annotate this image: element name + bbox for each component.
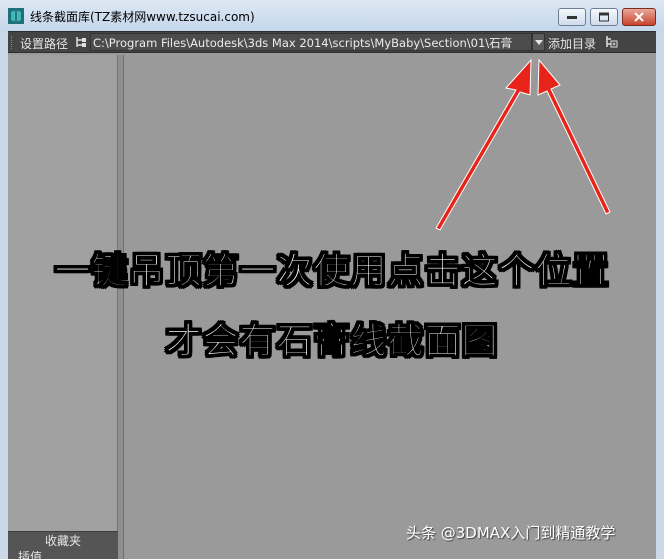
caption-line-2: 才会有石膏线截面图 [165,321,499,363]
chevron-down-icon [535,40,543,45]
maximize-button[interactable] [590,8,618,26]
content-area: 收藏夹 插值 [8,53,656,559]
tab-interpolation[interactable]: 插值 [8,551,118,559]
close-icon [634,12,644,22]
path-dropdown[interactable]: C:\Program Files\Autodesk\3ds Max 2014\s… [90,33,532,51]
tab-favorites[interactable]: 收藏夹 [8,531,118,551]
maximize-icon [599,12,609,22]
path-value: C:\Program Files\Autodesk\3ds Max 2014\s… [93,36,513,50]
app-window: 线条截面库(TZ素材网www.tzsucai.com) 设置路径 C:\Prog… [0,0,664,559]
add-directory-button[interactable]: 添加目录 [548,35,596,52]
folder-tree-icon[interactable] [74,35,88,49]
path-toolbar: 设置路径 C:\Program Files\Autodesk\3ds Max 2… [8,31,656,53]
toolbar-grip[interactable] [11,36,15,49]
caption-line-1: 一键吊顶第一次使用点击这个位置 [54,251,610,293]
sidebar-panel[interactable]: 收藏夹 插值 [8,55,118,559]
minimize-button[interactable] [558,8,586,26]
add-folder-icon[interactable] [604,35,618,49]
set-path-button[interactable]: 设置路径 [20,35,68,52]
3dsmax-app-icon [8,8,24,24]
minimize-icon [567,16,577,19]
close-button[interactable] [622,8,656,26]
window-title: 线条截面库(TZ素材网www.tzsucai.com) [30,10,255,24]
section-preview-panel[interactable] [124,55,656,559]
path-dropdown-button[interactable] [532,33,545,51]
title-bar[interactable]: 线条截面库(TZ素材网www.tzsucai.com) [0,0,664,31]
watermark: 头条 @3DMAX入门到精通教学 [406,524,616,542]
